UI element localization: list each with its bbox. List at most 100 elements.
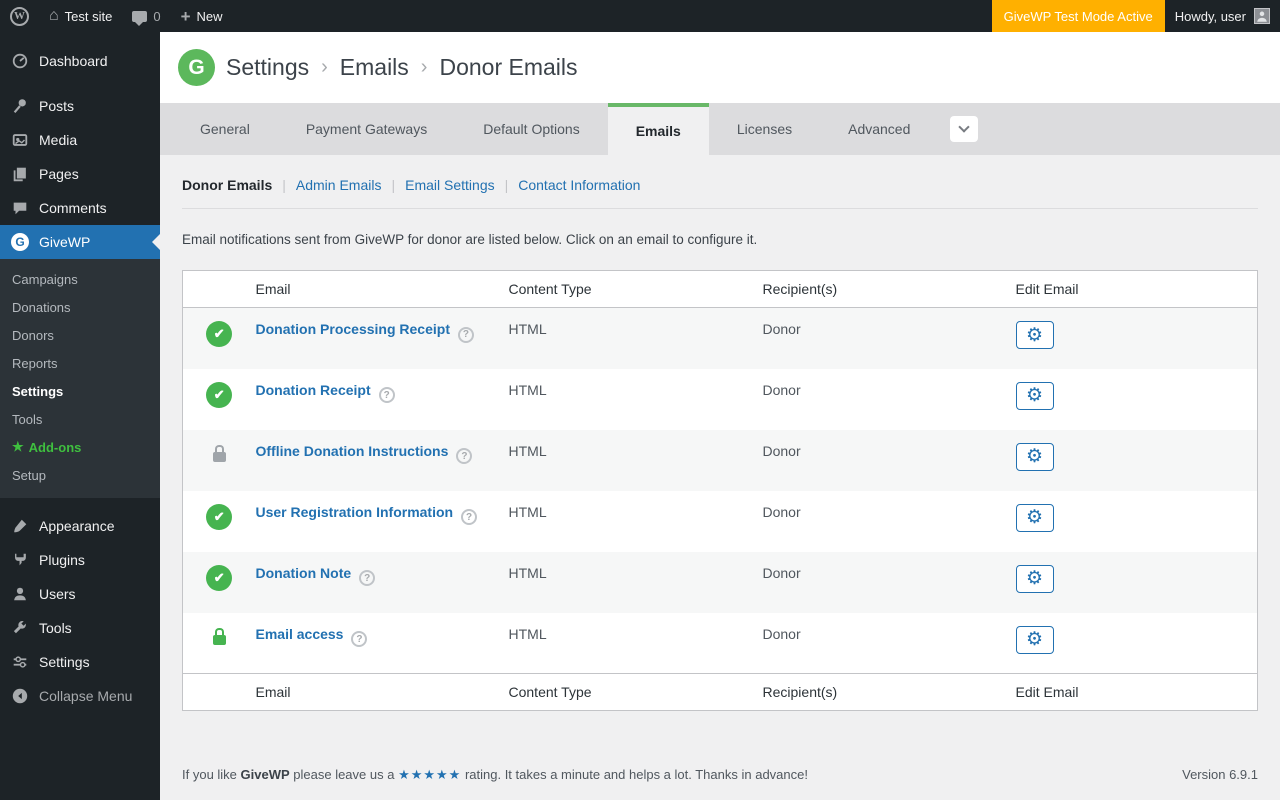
- col-footer-email: Email: [256, 674, 509, 711]
- page-header: G Settings › Emails › Donor Emails: [160, 32, 1280, 103]
- submenu-label: Setup: [12, 468, 46, 483]
- table-row[interactable]: ✔ Donation Receipt? HTML Donor ⚙: [183, 369, 1258, 430]
- gear-icon: ⚙: [1026, 386, 1043, 405]
- content-type-cell: HTML: [509, 369, 763, 430]
- gear-icon: ⚙: [1026, 326, 1043, 345]
- test-mode-badge[interactable]: GiveWP Test Mode Active: [992, 0, 1165, 32]
- sidebar-item-label: Users: [39, 586, 76, 602]
- col-header-status: [183, 271, 256, 308]
- status-cell: [183, 430, 256, 491]
- gear-icon: ⚙: [1026, 630, 1043, 649]
- submenu-item-campaigns[interactable]: Campaigns: [0, 265, 160, 293]
- submenu-item-addons[interactable]: ★ Add-ons: [0, 433, 160, 461]
- status-cell: ✔: [183, 491, 256, 552]
- email-subnav: Donor Emails | Admin Emails | Email Sett…: [182, 177, 1258, 193]
- tab-general[interactable]: General: [172, 103, 278, 155]
- col-footer-edit-email: Edit Email: [1016, 674, 1258, 711]
- edit-email-button[interactable]: ⚙: [1016, 504, 1054, 532]
- sidebar-item-appearance[interactable]: Appearance: [0, 509, 160, 543]
- gear-icon: ⚙: [1026, 447, 1043, 466]
- content-type-cell: HTML: [509, 613, 763, 674]
- help-icon[interactable]: ?: [458, 327, 474, 343]
- content-type-cell: HTML: [509, 430, 763, 491]
- sidebar-item-settings[interactable]: Settings: [0, 645, 160, 679]
- new-content-menu[interactable]: + New: [171, 0, 233, 32]
- table-row[interactable]: Email access? HTML Donor ⚙: [183, 613, 1258, 674]
- settings-sliders-icon: [10, 652, 30, 672]
- sidebar-item-plugins[interactable]: Plugins: [0, 543, 160, 577]
- help-icon[interactable]: ?: [456, 448, 472, 464]
- sidebar-item-comments[interactable]: Comments: [0, 191, 160, 225]
- table-row[interactable]: ✔ Donation Note? HTML Donor ⚙: [183, 552, 1258, 613]
- help-icon[interactable]: ?: [461, 509, 477, 525]
- breadcrumb-emails[interactable]: Emails: [340, 54, 409, 81]
- submenu-item-donations[interactable]: Donations: [0, 293, 160, 321]
- submenu-item-reports[interactable]: Reports: [0, 349, 160, 377]
- five-stars-link[interactable]: ★★★★★: [398, 767, 461, 782]
- submenu-label: Donations: [12, 300, 71, 315]
- table-row[interactable]: Offline Donation Instructions? HTML Dono…: [183, 430, 1258, 491]
- sidebar-item-users[interactable]: Users: [0, 577, 160, 611]
- sidebar-item-media[interactable]: Media: [0, 123, 160, 157]
- enabled-check-icon: ✔: [206, 504, 232, 530]
- sidebar-item-label: Settings: [39, 654, 90, 670]
- edit-cell: ⚙: [1016, 430, 1258, 491]
- table-row[interactable]: ✔ Donation Processing Receipt? HTML Dono…: [183, 308, 1258, 369]
- edit-email-button[interactable]: ⚙: [1016, 382, 1054, 410]
- locked-active-icon: [213, 635, 226, 645]
- email-name-link[interactable]: Email access: [256, 626, 344, 642]
- tab-payment-gateways[interactable]: Payment Gateways: [278, 103, 455, 155]
- table-row[interactable]: ✔ User Registration Information? HTML Do…: [183, 491, 1258, 552]
- email-name-link[interactable]: Donation Note: [256, 565, 352, 581]
- submenu-item-donors[interactable]: Donors: [0, 321, 160, 349]
- subnav-email-settings[interactable]: Email Settings: [405, 177, 494, 193]
- col-header-content-type: Content Type: [509, 271, 763, 308]
- email-name-link[interactable]: User Registration Information: [256, 504, 454, 520]
- status-cell: ✔: [183, 552, 256, 613]
- help-icon[interactable]: ?: [359, 570, 375, 586]
- col-footer-recipients: Recipient(s): [763, 674, 1016, 711]
- submenu-label: Campaigns: [12, 272, 78, 287]
- content-type-cell: HTML: [509, 308, 763, 369]
- help-icon[interactable]: ?: [379, 387, 395, 403]
- tab-advanced[interactable]: Advanced: [820, 103, 938, 155]
- more-tabs-button[interactable]: [950, 116, 978, 142]
- howdy-account-menu[interactable]: Howdy, user: [1165, 0, 1280, 32]
- tab-emails[interactable]: Emails: [608, 103, 709, 155]
- sidebar-item-posts[interactable]: Posts: [0, 89, 160, 123]
- edit-email-button[interactable]: ⚙: [1016, 443, 1054, 471]
- subnav-contact-information[interactable]: Contact Information: [518, 177, 640, 193]
- subnav-admin-emails[interactable]: Admin Emails: [296, 177, 382, 193]
- email-name-link[interactable]: Offline Donation Instructions: [256, 443, 449, 459]
- appearance-icon: [10, 516, 30, 536]
- edit-email-button[interactable]: ⚙: [1016, 321, 1054, 349]
- help-icon[interactable]: ?: [351, 631, 367, 647]
- collapse-menu-button[interactable]: Collapse Menu: [0, 679, 160, 713]
- site-name-menu[interactable]: ⌂ Test site: [39, 0, 122, 32]
- tab-licenses[interactable]: Licenses: [709, 103, 820, 155]
- submenu-item-settings[interactable]: Settings: [0, 377, 160, 405]
- email-name-link[interactable]: Donation Processing Receipt: [256, 321, 450, 337]
- status-cell: ✔: [183, 369, 256, 430]
- breadcrumb-settings[interactable]: Settings: [226, 54, 309, 81]
- sidebar-item-pages[interactable]: Pages: [0, 157, 160, 191]
- sidebar-item-tools[interactable]: Tools: [0, 611, 160, 645]
- sidebar-item-label: Posts: [39, 98, 74, 114]
- wordpress-menu[interactable]: W: [0, 0, 39, 32]
- avatar: [1254, 8, 1270, 24]
- sidebar-item-dashboard[interactable]: Dashboard: [0, 44, 160, 78]
- sidebar-item-label: Collapse Menu: [39, 688, 132, 704]
- comments-menu[interactable]: 0: [122, 0, 170, 32]
- edit-email-button[interactable]: ⚙: [1016, 565, 1054, 593]
- content-type-cell: HTML: [509, 491, 763, 552]
- tab-default-options[interactable]: Default Options: [455, 103, 608, 155]
- sidebar-item-givewp[interactable]: G GiveWP: [0, 225, 160, 259]
- rating-prefix: If you like: [182, 767, 241, 782]
- email-name-link[interactable]: Donation Receipt: [256, 382, 371, 398]
- chevron-separator-icon: ›: [321, 56, 328, 79]
- recipient-cell: Donor: [763, 552, 1016, 613]
- submenu-item-setup[interactable]: Setup: [0, 461, 160, 489]
- edit-email-button[interactable]: ⚙: [1016, 626, 1054, 654]
- subnav-donor-emails[interactable]: Donor Emails: [182, 177, 272, 193]
- submenu-item-tools[interactable]: Tools: [0, 405, 160, 433]
